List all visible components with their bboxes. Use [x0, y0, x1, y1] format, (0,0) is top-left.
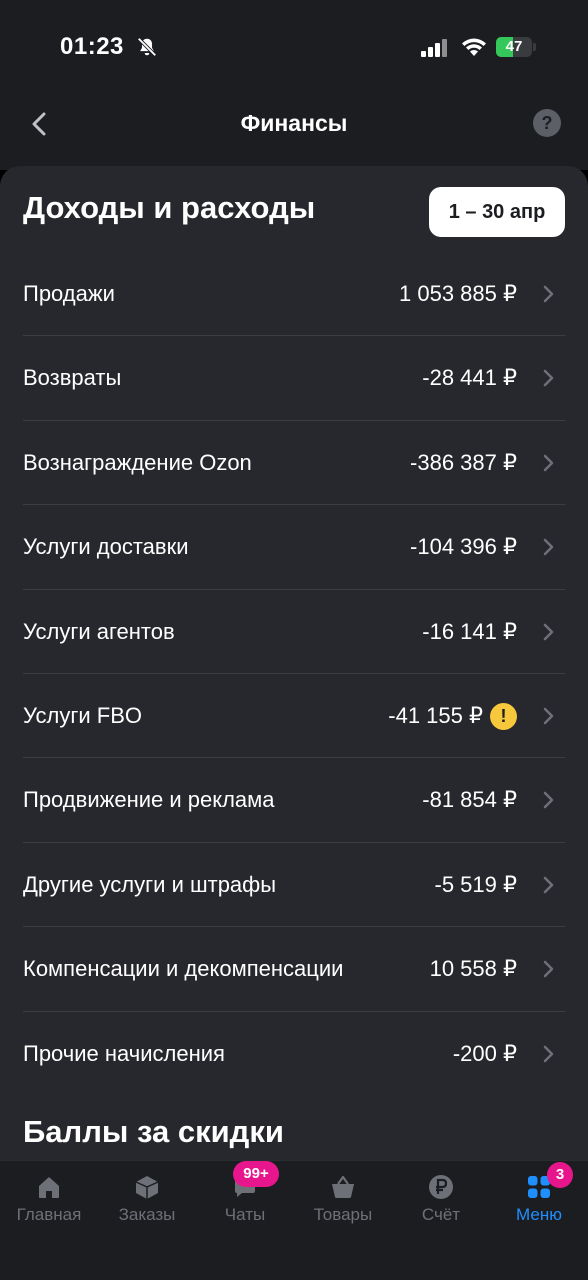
- tab-account[interactable]: Счёт: [392, 1161, 490, 1280]
- chevron-right-icon: [543, 454, 554, 472]
- tab-label: Счёт: [421, 1205, 461, 1224]
- row-label: Прочие начисления: [23, 1040, 225, 1066]
- finance-row-delivery[interactable]: Услуги доставки -104 396 ₽: [0, 505, 588, 590]
- period-selector-button[interactable]: 1 – 30 апр: [429, 187, 565, 237]
- nav-bar: Финансы ?: [0, 90, 588, 170]
- row-value: -5 519 ₽: [434, 871, 518, 897]
- row-label: Услуги доставки: [23, 534, 189, 560]
- row-value: -200 ₽: [452, 1040, 517, 1066]
- row-label: Компенсации и декомпенсации: [23, 956, 344, 982]
- row-label: Продажи: [23, 281, 115, 306]
- row-value: 10 558 ₽: [429, 956, 517, 982]
- finance-row-compensations[interactable]: Компенсации и декомпенсации 10 558 ₽: [0, 927, 588, 1012]
- row-value: -28 441 ₽: [422, 365, 517, 391]
- row-value: -386 387 ₽: [410, 449, 517, 475]
- row-value: -41 155 ₽: [388, 702, 483, 728]
- chevron-right-icon: [543, 1045, 554, 1062]
- status-bar: 01:23 47: [0, 0, 588, 90]
- chevron-right-icon: [543, 876, 554, 893]
- basket-icon: [332, 1175, 354, 1198]
- page-title: Финансы: [240, 110, 348, 136]
- chevron-right-icon: [543, 707, 554, 725]
- finance-row-returns[interactable]: Возвраты -28 441 ₽: [0, 336, 588, 421]
- chevron-right-icon: [543, 623, 554, 640]
- bell-muted-icon: [137, 37, 157, 57]
- row-label: Продвижение и реклама: [23, 787, 275, 813]
- tab-label: Чаты: [224, 1205, 266, 1224]
- finance-row-other-services[interactable]: Другие услуги и штрафы -5 519 ₽: [0, 843, 588, 928]
- finance-sheet: Доходы и расходы 1 – 30 апр Продажи 1 05…: [0, 166, 588, 1160]
- tab-label: Главная: [16, 1205, 82, 1224]
- ruble-icon: [429, 1175, 453, 1199]
- chevron-right-icon: [543, 538, 554, 556]
- bottom-tab-bar: Главная Заказы 99+ Чаты Товары Счёт 3 Ме…: [0, 1160, 588, 1280]
- tab-products[interactable]: Товары: [294, 1161, 392, 1280]
- row-label: Услуги агентов: [23, 618, 175, 644]
- section-title-discount-points: Баллы за скидки: [23, 1114, 284, 1149]
- section-title-income-expenses: Доходы и расходы: [23, 190, 316, 225]
- finance-row-fbo[interactable]: Услуги FBO -41 155 ₽ !: [0, 674, 588, 759]
- help-icon[interactable]: ?: [533, 109, 561, 137]
- tab-chats[interactable]: 99+ Чаты: [196, 1161, 294, 1280]
- wifi-icon: [462, 38, 486, 56]
- row-label: Услуги FBO: [23, 702, 142, 728]
- chevron-right-icon: [543, 792, 554, 809]
- finance-row-ozon-fee[interactable]: Вознаграждение Ozon -386 387 ₽: [0, 421, 588, 506]
- status-time: 01:23: [60, 33, 124, 60]
- row-label: Возвраты: [23, 365, 122, 391]
- warning-icon[interactable]: !: [490, 702, 517, 730]
- chevron-right-icon: [543, 960, 554, 978]
- box-icon: [135, 1176, 159, 1199]
- tab-home[interactable]: Главная: [0, 1161, 98, 1280]
- finance-row-sales[interactable]: Продажи 1 053 885 ₽: [0, 252, 588, 337]
- battery-indicator: 47: [496, 37, 536, 57]
- tab-menu[interactable]: 3 Меню: [490, 1161, 588, 1280]
- finance-row-agents[interactable]: Услуги агентов -16 141 ₽: [0, 590, 588, 674]
- cellular-signal-icon: [421, 39, 447, 57]
- row-value: 1 053 885 ₽: [399, 281, 517, 306]
- row-value: -104 396 ₽: [410, 534, 517, 560]
- menu-badge: 3: [547, 1162, 573, 1188]
- tab-label: Меню: [516, 1205, 562, 1224]
- row-value: -81 854 ₽: [422, 787, 517, 813]
- chevron-right-icon: [543, 285, 554, 303]
- home-icon: [39, 1177, 59, 1198]
- battery-percent: 47: [505, 38, 523, 55]
- tab-label: Товары: [313, 1205, 373, 1224]
- row-value: -16 141 ₽: [422, 618, 517, 644]
- chats-badge: 99+: [233, 1161, 279, 1187]
- finance-rows-list: Продажи 1 053 885 ₽ Возвраты -28 441 ₽ В…: [0, 252, 588, 1096]
- tab-label: Заказы: [118, 1205, 176, 1224]
- row-label: Вознаграждение Ozon: [23, 449, 252, 475]
- tab-orders[interactable]: Заказы: [98, 1161, 196, 1280]
- finance-row-promotion[interactable]: Продвижение и реклама -81 854 ₽: [0, 758, 588, 843]
- finance-row-other-accruals[interactable]: Прочие начисления -200 ₽: [0, 1012, 588, 1096]
- row-label: Другие услуги и штрафы: [23, 871, 277, 897]
- chevron-right-icon: [543, 370, 554, 387]
